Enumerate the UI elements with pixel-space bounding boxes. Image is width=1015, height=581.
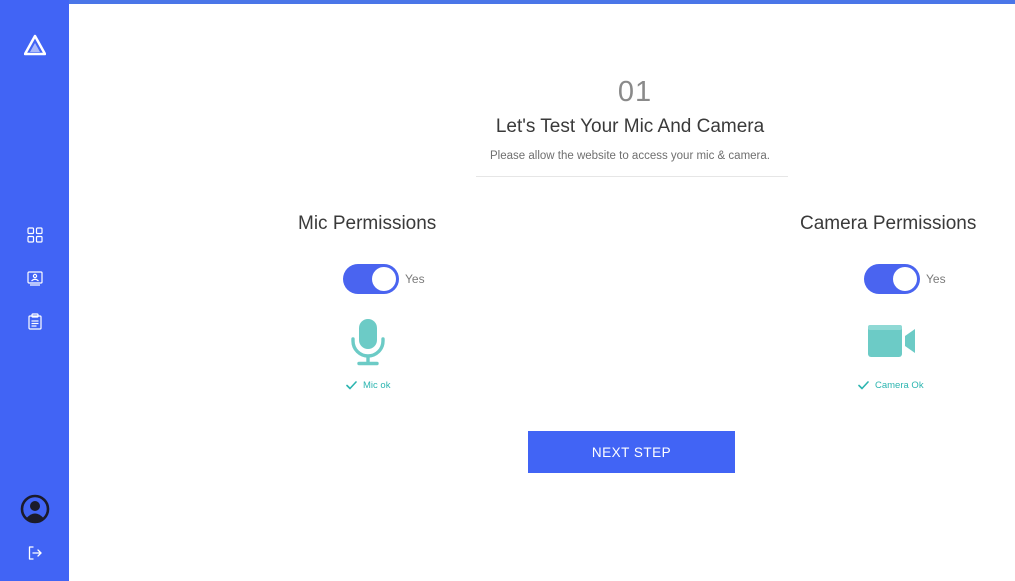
check-icon	[858, 381, 869, 390]
user-avatar-icon[interactable]	[0, 494, 69, 524]
camera-status: Camera Ok	[858, 380, 924, 391]
step-number: 01	[617, 76, 653, 108]
notes-icon[interactable]	[0, 313, 69, 330]
microphone-icon	[350, 318, 386, 371]
dashboard-icon[interactable]	[0, 227, 69, 243]
next-step-button[interactable]: NEXT STEP	[528, 431, 735, 473]
camera-status-text: Camera Ok	[875, 380, 924, 391]
check-icon	[346, 381, 357, 390]
camera-permission-toggle[interactable]	[864, 264, 920, 294]
mic-permissions-title: Mic Permissions	[298, 213, 437, 234]
mic-toggle-label: Yes	[405, 272, 425, 286]
video-camera-icon	[867, 324, 917, 363]
mic-status-text: Mic ok	[363, 380, 391, 391]
top-border	[0, 0, 1015, 4]
sidebar	[0, 0, 69, 581]
logout-icon[interactable]	[0, 545, 69, 561]
toggle-knob	[372, 267, 396, 291]
camera-toggle-label: Yes	[926, 272, 946, 286]
step-subtitle: Please allow the website to access your …	[490, 150, 770, 162]
logo-icon[interactable]	[0, 34, 69, 56]
camera-permissions-title: Camera Permissions	[800, 213, 977, 234]
step-title: Let's Test Your Mic And Camera	[495, 116, 765, 137]
toggle-knob	[893, 267, 917, 291]
header-divider	[476, 176, 788, 177]
mic-permission-toggle[interactable]	[343, 264, 399, 294]
whiteboard-icon[interactable]	[0, 271, 69, 286]
mic-status: Mic ok	[346, 380, 390, 391]
